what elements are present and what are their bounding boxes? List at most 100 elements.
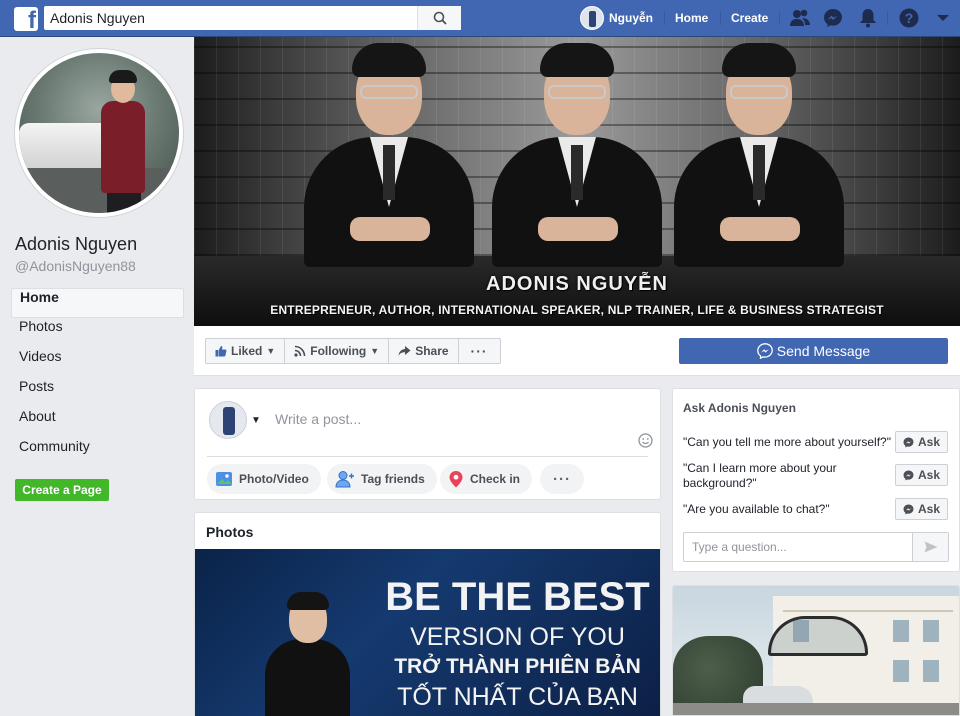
ask-question-box (683, 532, 949, 562)
left-nav-community[interactable]: Community (11, 438, 184, 468)
ask-page-card: Ask Adonis Nguyen "Can you tell me more … (672, 388, 960, 572)
ask-question-text: "Can you tell me more about yourself?" (683, 435, 891, 449)
tag-friends-label: Tag friends (361, 472, 425, 486)
chevron-down-icon: ▼ (370, 346, 380, 356)
nav-divider (887, 11, 888, 25)
nav-user-name: Nguyễn (609, 11, 654, 25)
photo-banner-line-2: VERSION OF YOU (410, 623, 625, 651)
photo-window (893, 660, 909, 682)
cover-person-left (304, 37, 474, 267)
ask-question-input[interactable] (684, 533, 910, 561)
photos-section: Photos BE THE BEST VERSION OF YOU TRỞ TH… (194, 512, 661, 716)
thumbs-up-icon (215, 346, 227, 357)
ask-button[interactable]: Ask (895, 464, 948, 486)
ask-button-label: Ask (917, 502, 940, 516)
featured-photo[interactable] (672, 585, 960, 716)
left-nav-about[interactable]: About (11, 408, 184, 438)
composer-more-button[interactable]: ··· (540, 464, 584, 494)
ask-button[interactable]: Ask (895, 431, 948, 453)
create-page-button[interactable]: Create a Page (15, 479, 109, 501)
ask-card-title: Ask Adonis Nguyen (683, 401, 796, 415)
nav-divider (720, 11, 721, 25)
svg-text:?: ? (905, 10, 914, 26)
send-question-button[interactable] (912, 533, 948, 561)
page-navigation: Home Photos Videos Posts About Community (11, 288, 184, 468)
messenger-icon[interactable] (822, 7, 844, 29)
photo-window (923, 620, 939, 642)
chevron-down-icon[interactable]: ▼ (251, 415, 261, 426)
photo-icon (216, 472, 232, 486)
ask-button-label: Ask (917, 468, 940, 482)
chevron-down-icon: ▼ (266, 346, 276, 356)
search-button[interactable] (417, 6, 461, 30)
photo-window (893, 620, 909, 642)
avatar (209, 401, 247, 439)
emoji-icon[interactable] (638, 433, 653, 453)
cover-title: ADONIS NGUYỄN (486, 273, 668, 295)
divider (207, 456, 648, 457)
cover-photo[interactable]: ADONIS NGUYỄN ENTREPRENEUR, AUTHOR, INTE… (194, 37, 960, 326)
left-nav-photos[interactable]: Photos (11, 318, 184, 348)
left-nav-home[interactable]: Home (11, 288, 184, 318)
nav-divider (779, 11, 780, 25)
more-icon: ··· (553, 470, 571, 488)
left-nav-posts[interactable]: Posts (11, 378, 184, 408)
search-input[interactable] (44, 6, 414, 30)
photos-section-title[interactable]: Photos (206, 524, 253, 540)
page-username[interactable]: @AdonisNguyen88 (15, 258, 136, 274)
photo-video-label: Photo/Video (239, 472, 309, 486)
rss-feed-icon (294, 345, 306, 357)
notifications-bell-icon[interactable] (857, 7, 879, 29)
check-in-label: Check in (470, 472, 521, 486)
profile-photo-hair (109, 70, 137, 83)
share-button[interactable]: Share (389, 339, 459, 363)
photo-banner-line-4: TỐT NHẤT CỦA BẠN (397, 683, 638, 711)
liked-button[interactable]: Liked ▼ (206, 339, 286, 363)
share-label: Share (415, 344, 449, 358)
photo-banner-line-1: BE THE BEST (385, 575, 650, 619)
more-icon: ··· (470, 343, 488, 359)
nav-profile-link[interactable]: Nguyễn (580, 6, 653, 30)
post-composer: ▼ Write a post... Photo/Video Tag friend… (194, 388, 661, 500)
account-menu-caret-icon[interactable] (932, 7, 954, 29)
cover-person-center (492, 37, 662, 267)
page-action-buttons: Liked ▼ Following ▼ Share ··· (205, 338, 501, 364)
check-in-button[interactable]: Check in (440, 464, 533, 494)
following-label: Following (310, 344, 367, 358)
facebook-logo-icon[interactable]: f (14, 7, 38, 31)
ask-question-text: "Are you available to chat?" (683, 502, 830, 516)
photo-ground (673, 703, 959, 715)
photo-thumbnail[interactable]: BE THE BEST VERSION OF YOU TRỞ THÀNH PHI… (195, 549, 660, 716)
nav-divider (664, 11, 665, 25)
photo-banner-line-3: TRỞ THÀNH PHIÊN BẢN (394, 655, 641, 678)
photo-video-button[interactable]: Photo/Video (207, 464, 321, 494)
messenger-icon (903, 504, 914, 514)
cover-person-right (674, 37, 844, 267)
tag-friends-icon (335, 471, 354, 488)
avatar (580, 6, 604, 30)
ask-button[interactable]: Ask (895, 498, 948, 520)
location-pin-icon (449, 471, 463, 488)
write-post-input[interactable]: Write a post... (275, 411, 361, 427)
left-nav-videos[interactable]: Videos (11, 348, 184, 378)
help-icon[interactable]: ? (898, 7, 920, 29)
page-title[interactable]: Adonis Nguyen (15, 234, 137, 255)
profile-photo-jacket (101, 101, 145, 193)
messenger-icon (903, 470, 914, 480)
tag-friends-button[interactable]: Tag friends (327, 464, 437, 494)
send-arrow-icon (924, 541, 937, 553)
messenger-icon (903, 437, 914, 447)
profile-photo-road (19, 168, 179, 213)
send-message-button[interactable]: Send Message (679, 338, 948, 364)
page-action-bar: Liked ▼ Following ▼ Share ··· Send Messa… (194, 326, 960, 376)
nav-create-link[interactable]: Create (731, 11, 768, 25)
send-message-label: Send Message (776, 343, 871, 359)
nav-home-link[interactable]: Home (675, 11, 708, 25)
following-button[interactable]: Following ▼ (285, 339, 390, 363)
more-options-button[interactable]: ··· (459, 339, 500, 363)
photo-window (923, 660, 939, 682)
cover-subtitle: ENTREPRENEUR, AUTHOR, INTERNATIONAL SPEA… (270, 303, 884, 317)
profile-picture[interactable] (15, 49, 183, 217)
ask-question-text: "Can I learn more about your background?… (683, 461, 837, 490)
friend-requests-icon[interactable] (789, 7, 811, 29)
